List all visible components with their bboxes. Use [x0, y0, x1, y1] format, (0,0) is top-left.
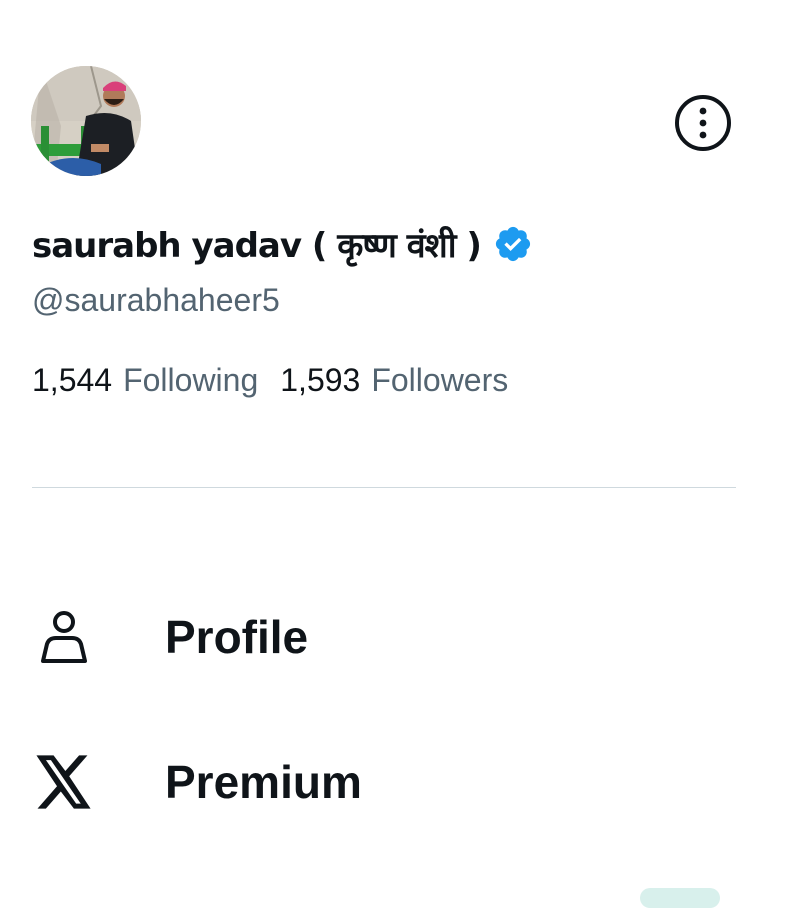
menu-item-premium[interactable]: Premium	[32, 742, 736, 822]
following-count: 1,544	[32, 362, 113, 398]
following-link[interactable]: 1,544 Following	[32, 362, 258, 399]
followers-count: 1,593	[280, 362, 361, 398]
menu-item-label: Premium	[165, 756, 362, 808]
more-options-icon	[675, 95, 731, 151]
more-options-button[interactable]	[674, 94, 732, 152]
user-handle: @saurabhaheer5	[32, 282, 280, 318]
display-name[interactable]: saurabh yadav ( कृष्ण वंशी )	[32, 221, 482, 267]
divider	[32, 487, 736, 488]
followers-label: Followers	[371, 362, 509, 398]
person-icon	[32, 605, 96, 669]
x-logo-icon	[32, 750, 96, 814]
menu-item-profile[interactable]: Profile	[32, 597, 736, 677]
following-label: Following	[123, 362, 259, 398]
avatar[interactable]	[31, 66, 141, 176]
followers-link[interactable]: 1,593 Followers	[280, 362, 508, 399]
menu-item-label: Profile	[165, 611, 309, 663]
partial-button[interactable]	[640, 888, 720, 908]
profile-name-row: saurabh yadav ( कृष्ण वंशी )	[32, 216, 533, 272]
avatar-photo	[31, 66, 141, 176]
follow-stats: 1,544 Following 1,593 Followers	[32, 362, 508, 399]
verified-badge-icon	[493, 224, 533, 264]
